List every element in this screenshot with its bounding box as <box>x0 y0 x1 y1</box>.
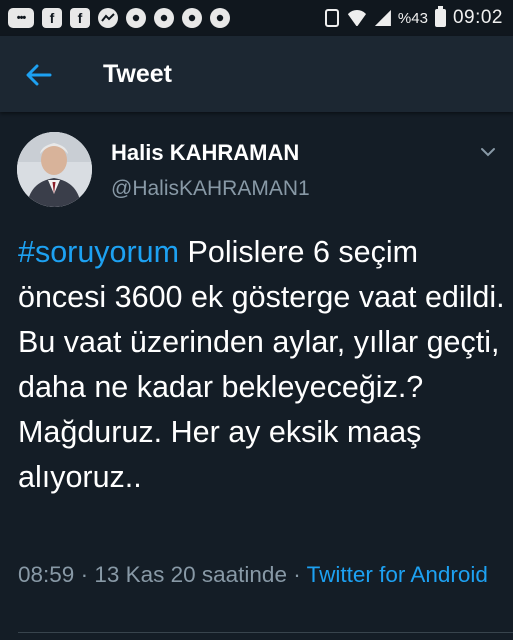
chevron-down-icon <box>481 148 495 157</box>
arrow-left-icon <box>26 64 52 86</box>
chrome-icon <box>210 8 230 28</box>
profile-photo <box>17 132 92 207</box>
notification-icons: ••• f f <box>8 8 230 28</box>
messenger-icon <box>98 8 118 28</box>
system-status: %43 09:02 <box>324 0 503 36</box>
clock: 09:02 <box>452 7 503 28</box>
tweet-time: 08:59 <box>18 562 75 587</box>
tweet-text: #soruyorum Polislere 6 seçim öncesi 3600… <box>18 230 508 500</box>
divider <box>18 632 513 633</box>
facebook-icon: f <box>42 8 62 28</box>
tweet-body: Polislere 6 seçim öncesi 3600 ek gösterg… <box>18 235 505 494</box>
app-bar: Tweet <box>0 36 513 112</box>
avatar[interactable] <box>17 132 92 207</box>
tweet-date: 13 Kas 20 saatinde <box>94 562 287 587</box>
hashtag-link[interactable]: #soruyorum <box>18 235 179 269</box>
tweet-options-button[interactable] <box>476 140 500 164</box>
signal-icon <box>374 10 391 26</box>
tweet-meta: 08:59 · 13 Kas 20 saatinde · Twitter for… <box>18 558 498 591</box>
wifi-icon <box>346 10 368 26</box>
chrome-icon <box>154 8 174 28</box>
tweet-source-link[interactable]: Twitter for Android <box>307 562 488 587</box>
vibrate-icon <box>324 9 339 27</box>
chrome-icon <box>182 8 202 28</box>
battery-icon <box>434 6 446 27</box>
message-icon: ••• <box>8 8 34 28</box>
meta-separator: · <box>286 562 307 587</box>
page-title: Tweet <box>103 60 172 88</box>
status-bar: ••• f f %43 09:02 <box>0 0 513 36</box>
chrome-icon <box>126 8 146 28</box>
back-button[interactable] <box>22 58 56 92</box>
battery-percent: %43 <box>397 9 428 27</box>
facebook-icon: f <box>70 8 90 28</box>
display-name[interactable]: Halis KAHRAMAN <box>111 140 299 166</box>
meta-separator: · <box>74 562 95 587</box>
username-handle[interactable]: @HalisKAHRAMAN1 <box>111 177 310 201</box>
